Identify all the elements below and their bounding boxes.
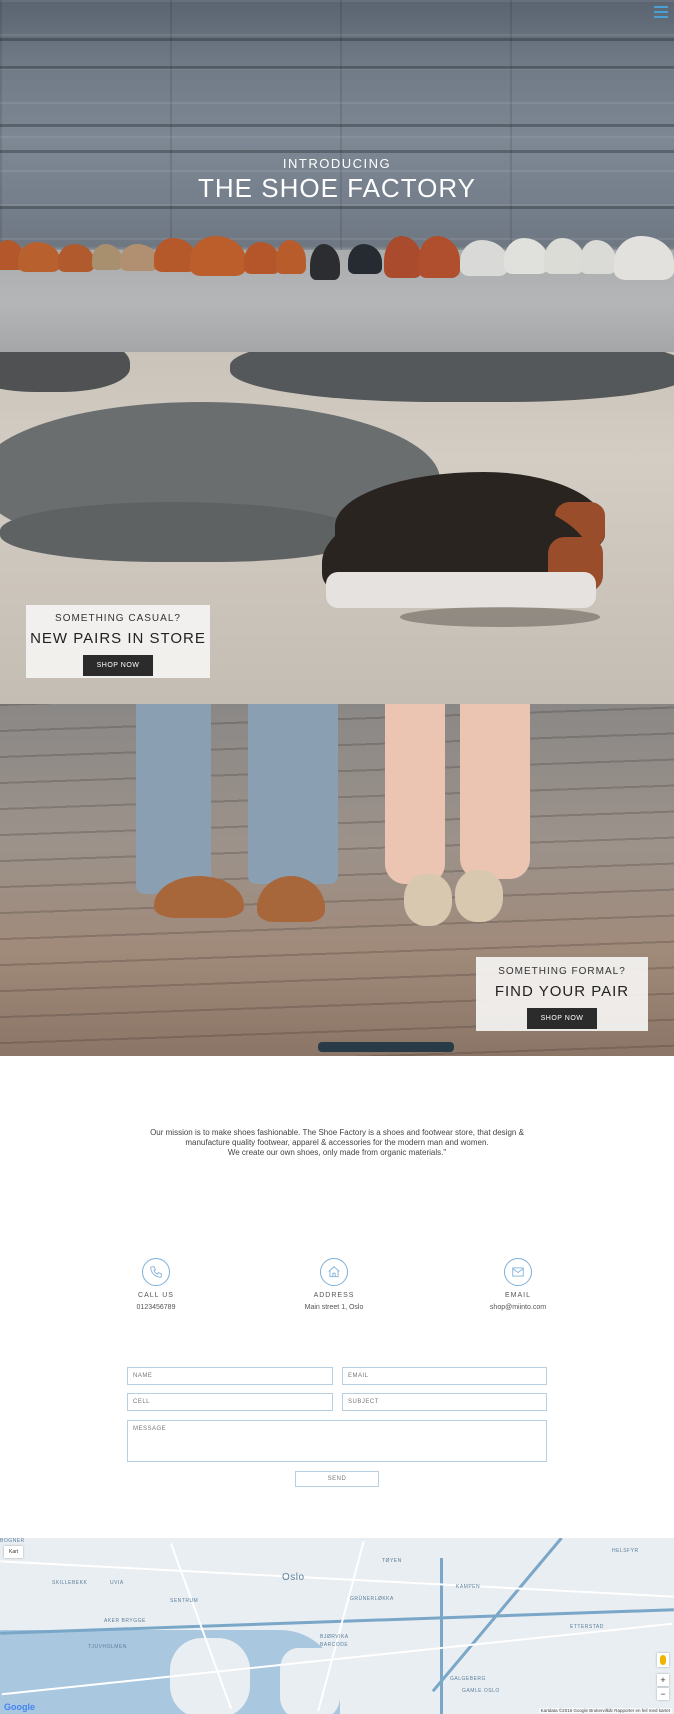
casual-subtitle: SOMETHING CASUAL? (55, 613, 181, 624)
subject-field[interactable]: SUBJECT (342, 1393, 547, 1411)
hero-title: THE SHOE FACTORY (198, 173, 476, 203)
casual-title: NEW PAIRS IN STORE (30, 630, 206, 647)
sandal-image (348, 244, 382, 274)
map-label: AKER BRYGGE (104, 1618, 146, 1624)
rock-image (0, 502, 360, 562)
formal-title: FIND YOUR PAIR (494, 983, 630, 1000)
leg (460, 704, 530, 879)
sneaker-image (504, 238, 548, 274)
sandal-shoe (404, 874, 452, 926)
formal-subtitle: SOMETHING FORMAL? (498, 966, 626, 977)
formal-card: SOMETHING FORMAL? FIND YOUR PAIR SHOP NO… (476, 957, 648, 1031)
map-attribution[interactable]: Kartdata ©2016 Google Brukervilkår Rappo… (538, 1708, 672, 1713)
contact-email: EMAIL shop@miinto.com (458, 1258, 578, 1311)
shoe-image (418, 236, 460, 278)
address-label: ADDRESS (313, 1292, 355, 1299)
shoe-image (120, 244, 158, 271)
street-view-pegman-icon[interactable] (657, 1653, 669, 1667)
send-button[interactable]: SEND (295, 1471, 379, 1487)
phone-icon (142, 1258, 170, 1286)
hero-intro: INTRODUCING (282, 156, 392, 171)
map-label: SENTRUM (170, 1598, 199, 1604)
map-label: GRÜNERLØKKA (350, 1596, 394, 1602)
map-label: ETTERSTAD (570, 1624, 604, 1630)
formal-shop-now-button[interactable]: SHOP NOW (526, 1008, 598, 1029)
home-icon (320, 1258, 348, 1286)
stair-line (0, 124, 674, 127)
sneaker-sole (326, 572, 596, 608)
email-label: EMAIL (504, 1292, 531, 1299)
email-address[interactable]: shop@miinto.com (458, 1304, 578, 1311)
hero-banner: INTRODUCING THE SHOE FACTORY (0, 0, 674, 352)
trouser-leg (136, 704, 211, 894)
name-field[interactable]: NAME (127, 1367, 333, 1385)
highway (0, 1608, 674, 1635)
map-label: BJØRVIKA (320, 1634, 349, 1640)
shoe-image (276, 240, 306, 274)
map-label: GAMLE OSLO (462, 1688, 500, 1694)
shadow (400, 607, 600, 627)
road (0, 1560, 674, 1598)
map-label: KAMPEN (456, 1584, 481, 1590)
address-value: Main street 1, Oslo (304, 1304, 364, 1311)
rock-image (0, 352, 130, 392)
envelope-icon (504, 1258, 532, 1286)
shoe-image (384, 236, 422, 278)
hero-heading: INTRODUCING THE SHOE FACTORY (0, 156, 674, 204)
stair-line (0, 206, 674, 209)
shoe-image (92, 244, 122, 270)
shoe-image (18, 242, 60, 272)
google-logo: Google (4, 1702, 35, 1712)
map-label: BOGNER (0, 1538, 25, 1544)
hamburger-menu-icon[interactable] (654, 6, 668, 18)
casual-shop-now-button[interactable]: SHOP NOW (82, 655, 154, 676)
road (317, 1540, 365, 1712)
mission-line: manufacture quality footwear, apparel & … (185, 1138, 489, 1147)
sandal-shoe (455, 870, 503, 922)
map-label: UVIA (110, 1580, 124, 1586)
map[interactable]: Oslo SENTRUM GRÜNERLØKKA TØYEN GAMLE OSL… (0, 1538, 674, 1714)
casual-card: SOMETHING CASUAL? NEW PAIRS IN STORE SHO… (26, 605, 210, 678)
shoe-image (58, 244, 94, 272)
map-label: GALGEBERG (450, 1676, 486, 1682)
map-label: Oslo (282, 1572, 305, 1583)
call-label: CALL US (138, 1292, 174, 1299)
sneaker-image (544, 238, 584, 274)
mission-statement: Our mission is to make shoes fashionable… (0, 1128, 674, 1158)
sneaker-image (614, 236, 674, 280)
cell-field[interactable]: CELL (127, 1393, 333, 1411)
highway (440, 1558, 443, 1714)
map-label: HELSFYR (612, 1548, 639, 1554)
mission-line: Our mission is to make shoes fashionable… (150, 1128, 524, 1137)
message-field[interactable]: MESSAGE (127, 1420, 547, 1462)
stair-line (0, 150, 674, 153)
phone-number[interactable]: 0123456789 (96, 1304, 216, 1311)
zoom-in-button[interactable]: + (657, 1674, 669, 1686)
stair-line (0, 38, 674, 41)
email-field[interactable]: EMAIL (342, 1367, 547, 1385)
map-label: TØYEN (382, 1558, 402, 1564)
board-gap (318, 1042, 454, 1052)
trouser-leg (248, 704, 338, 884)
leg (385, 704, 445, 884)
map-label: SKILLEBEKK (52, 1580, 88, 1586)
shoe-image (190, 236, 246, 276)
casual-section: SOMETHING CASUAL? NEW PAIRS IN STORE SHO… (0, 352, 674, 704)
formal-section: SOMETHING FORMAL? FIND YOUR PAIR SHOP NO… (0, 704, 674, 1056)
shoe-image (244, 242, 280, 274)
map-label: TJUVHOLMEN (88, 1644, 127, 1650)
contact-call: CALL US 0123456789 (96, 1258, 216, 1311)
zoom-out-button[interactable]: − (657, 1688, 669, 1700)
map-label: BARCODE (320, 1642, 349, 1648)
mission-line: We create our own shoes, only made from … (227, 1148, 447, 1157)
rock-image (230, 352, 674, 402)
stair-line (0, 66, 674, 69)
contact-address: ADDRESS Main street 1, Oslo (274, 1258, 394, 1311)
sneaker-image (580, 240, 616, 274)
map-type-button[interactable]: Kart (4, 1546, 24, 1558)
sneaker-image (460, 240, 508, 276)
